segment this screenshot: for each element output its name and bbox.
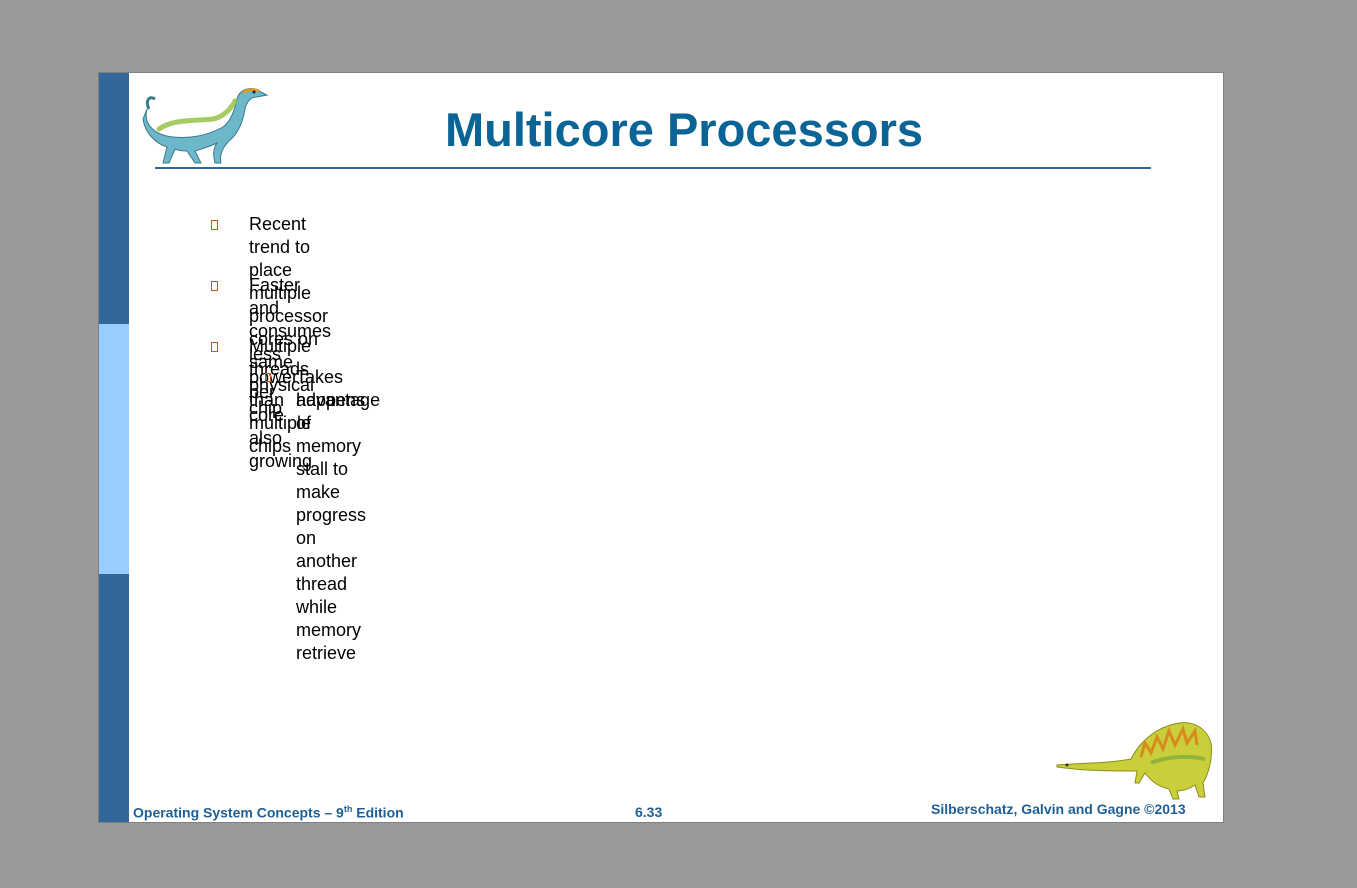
footer-authors: Silberschatz, Galvin and Gagne ©2013 (931, 801, 1186, 817)
bullet-marker-icon (211, 281, 218, 291)
title-divider (155, 167, 1151, 169)
sidebar-bar (99, 73, 129, 822)
sidebar-band-middle (99, 324, 129, 574)
sidebar-band-top (99, 73, 129, 324)
footer-slide-number: 6.33 (635, 804, 663, 820)
sidebar-band-bottom (99, 574, 129, 822)
sub-bullet-item-1-line-2: happens (296, 390, 366, 410)
footer-book-title-suffix: Edition (352, 804, 404, 821)
sub-bullet-marker-icon (265, 373, 271, 382)
bullet-marker-icon (211, 220, 218, 230)
footer-book-title-prefix: Operating System Concepts – 9 (133, 804, 344, 821)
dinosaur-logo-bottom (1056, 722, 1212, 800)
bullet-marker-icon (211, 342, 218, 352)
footer-book-title: Operating System Concepts – 9th Edition (133, 804, 404, 821)
slide: Multicore Processors Recent trend to pla… (98, 72, 1224, 823)
slide-title: Multicore Processors (444, 103, 923, 156)
